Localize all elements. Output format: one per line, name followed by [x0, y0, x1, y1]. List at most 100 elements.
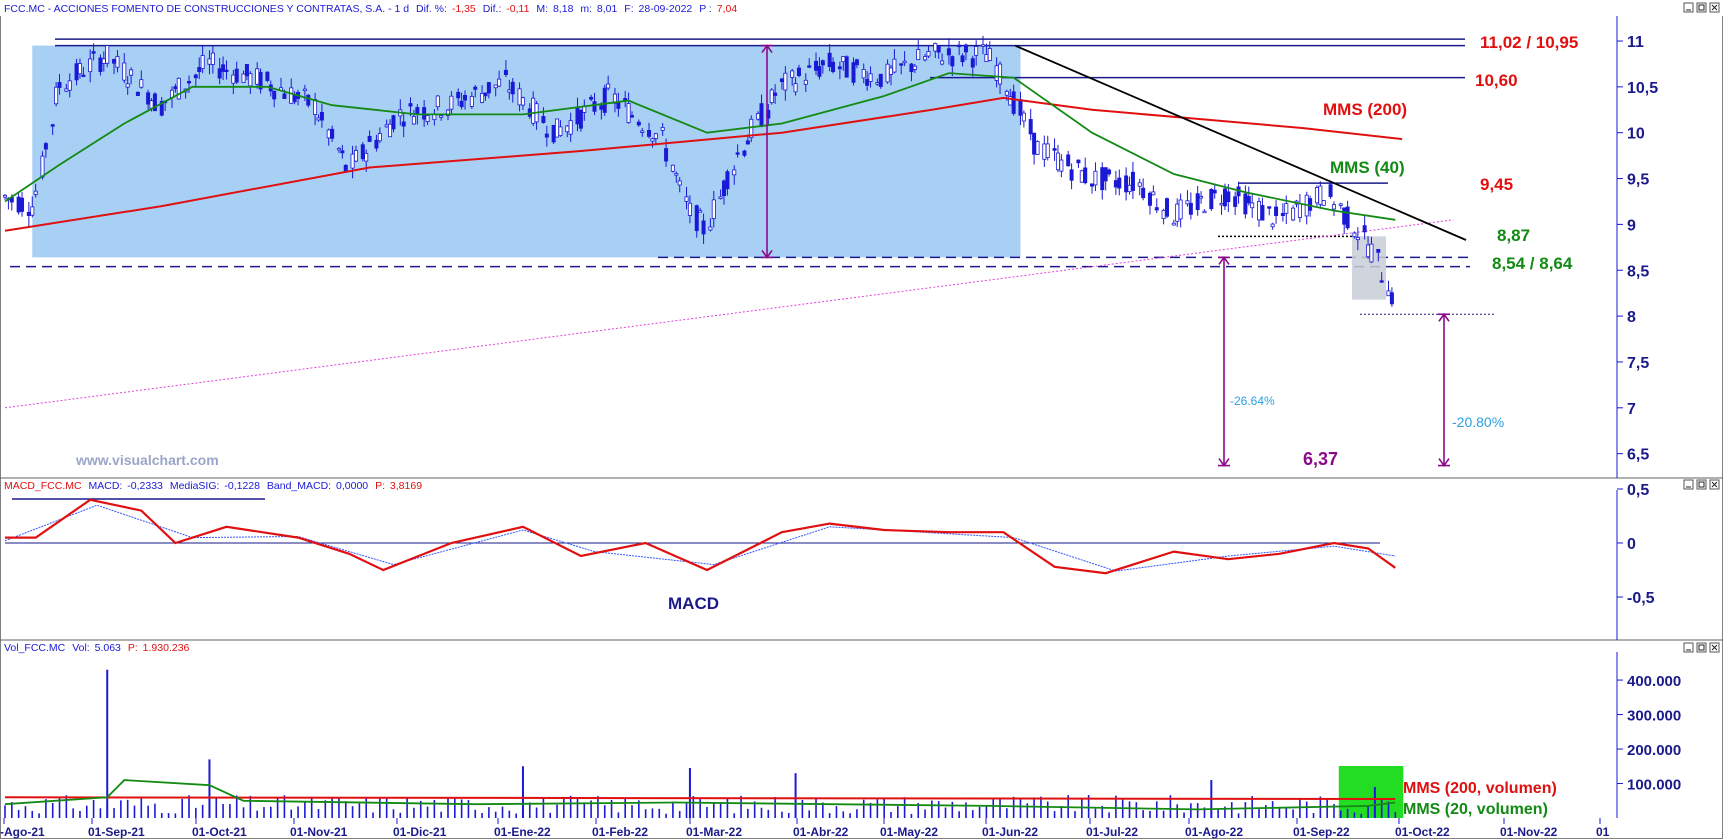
candle-body [568, 120, 573, 135]
candle-body [984, 54, 989, 63]
candle-body [1250, 202, 1255, 209]
x-tick-label: 01-May-22 [880, 825, 938, 839]
candle-body [139, 79, 144, 88]
candle-body [1154, 207, 1159, 211]
candle-body [980, 44, 985, 47]
legend-volume-mms200: MMS (200, volumen) [1403, 780, 1557, 797]
candle-body [759, 103, 764, 127]
candle-body [606, 83, 611, 89]
candle-body [732, 169, 737, 176]
candle-body [531, 97, 536, 124]
candle-body [319, 111, 324, 121]
macd-plot [4, 498, 1396, 575]
candle-body [129, 69, 134, 76]
candle-body [105, 45, 110, 64]
price-info-difpct-label: Dif. %: [416, 3, 447, 15]
candle-body [115, 56, 120, 68]
candle-body [1059, 159, 1064, 172]
candle-body [854, 59, 859, 66]
volume-panel-minimize-icon[interactable] [1683, 642, 1694, 653]
candle-body [241, 73, 246, 83]
candle-body [265, 71, 270, 81]
candle-body [756, 113, 761, 120]
candle-body [647, 129, 652, 137]
candle-body [176, 77, 181, 100]
volume-panel-maximize-icon[interactable] [1696, 642, 1707, 653]
candle-body [473, 86, 478, 90]
candle-body [878, 73, 883, 87]
candle-body [885, 63, 890, 83]
x-tick-label: 01-Jul-22 [1086, 825, 1138, 839]
candle-body [790, 70, 795, 78]
candle-body [1226, 191, 1231, 203]
price-info-difpct: -1,35 [452, 3, 476, 15]
macd-panel-close-icon[interactable] [1709, 479, 1720, 490]
candle-body [1161, 209, 1166, 219]
price-panel-maximize-icon[interactable] [1696, 2, 1707, 13]
candle-body [1280, 213, 1285, 216]
candle-body [408, 103, 413, 107]
volume-plot [4, 669, 1404, 818]
candle-body [289, 87, 294, 104]
candle-body [1202, 210, 1207, 214]
candle-body [377, 133, 382, 142]
candle-body [217, 68, 222, 79]
label-resistance-mid: 10,60 [1475, 71, 1518, 90]
price-info-dif-label: Dif.: [483, 3, 502, 15]
volume-panel-close-icon[interactable] [1709, 642, 1720, 653]
volume-info-vol-label: Vol: [72, 642, 90, 654]
macd-panel-minimize-icon[interactable] [1683, 479, 1694, 490]
candle-body [1141, 187, 1146, 199]
candle-body [698, 210, 703, 213]
candle-body [415, 107, 420, 115]
candle-body [459, 100, 464, 108]
candle-body [480, 93, 485, 103]
x-tick-label: 01-Nov-22 [1500, 825, 1558, 839]
volume-info-text: Vol_FCC.MC Vol: 5.063 P: 1.930.236 [4, 642, 190, 654]
macd-label: MACD [668, 594, 719, 613]
candle-body [64, 88, 69, 92]
candle-body [435, 95, 440, 108]
candle-body [1243, 193, 1248, 215]
macd-info-macd-label: MACD: [89, 480, 123, 492]
label-level-887: 8,87 [1497, 226, 1530, 245]
candle-body [1069, 169, 1074, 181]
measured-move-right [1438, 312, 1450, 467]
price-info-max: 8,18 [553, 3, 574, 15]
price-panel-close-icon[interactable] [1709, 2, 1720, 13]
candle-body [1314, 187, 1319, 204]
candle-body [244, 64, 249, 77]
candle-body [43, 143, 48, 150]
candle-body [77, 63, 82, 75]
candle-body [517, 88, 522, 106]
price-info-title: FCC.MC - ACCIONES FOMENTO DE CONSTRUCCIO… [4, 3, 409, 15]
price-y-tick-label: 11 [1627, 34, 1644, 51]
macd-info-sig-label: MediaSIG: [170, 480, 220, 492]
candle-body [555, 118, 560, 138]
volume-info-p: 1.930.236 [143, 642, 190, 654]
candle-body [146, 92, 151, 105]
price-panel-minimize-icon[interactable] [1683, 2, 1694, 13]
x-tick-label: 01-Feb-22 [592, 825, 648, 839]
candle-body [957, 44, 962, 48]
stock-chart: FCC.MC - ACCIONES FOMENTO DE CONSTRUCCIO… [0, 0, 1723, 839]
volume-bars [4, 669, 1397, 818]
candle-body [33, 190, 38, 195]
candle-body [998, 63, 1003, 85]
candle-body [364, 152, 369, 162]
candle-body [565, 125, 570, 133]
candle-body [1246, 195, 1251, 204]
candle-body [1011, 91, 1016, 114]
candle-body [503, 69, 508, 75]
candle-body [367, 135, 372, 142]
candle-body [1083, 167, 1088, 184]
price-info-min: 8,01 [597, 3, 618, 15]
candle-body [1257, 200, 1262, 221]
macd-panel-maximize-icon[interactable] [1696, 479, 1707, 490]
candle-body [469, 95, 474, 107]
candle-body [626, 103, 631, 124]
x-tick-label: 01-Ene-22 [494, 825, 551, 839]
candle-body [449, 95, 454, 110]
candle-body [1379, 280, 1384, 283]
candle-body [20, 197, 25, 212]
